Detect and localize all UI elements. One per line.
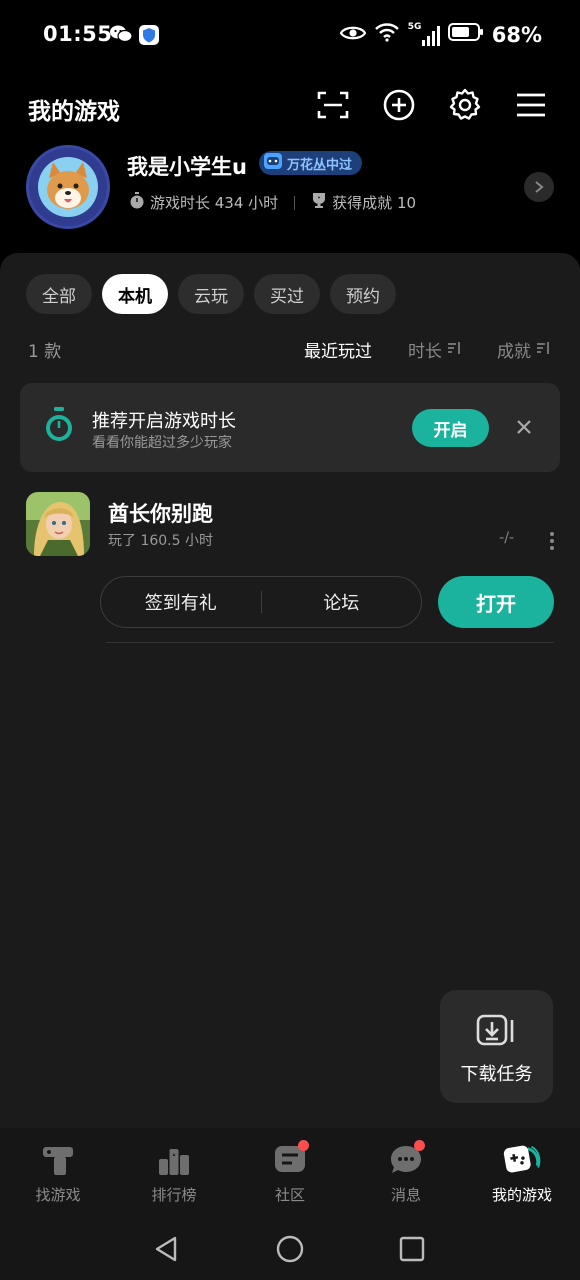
nav-community[interactable]: 社区	[232, 1128, 348, 1218]
nav-label: 我的游戏	[491, 1186, 552, 1204]
notification-dot	[298, 1140, 309, 1151]
ranking-icon	[155, 1142, 193, 1178]
nav-label: 找游戏	[35, 1186, 81, 1204]
battery-icon	[447, 22, 484, 47]
bottom-nav: 找游戏 排行榜 社区 消息 我的游戏	[0, 1128, 580, 1218]
recents-icon[interactable]	[395, 1232, 429, 1266]
message-icon	[387, 1140, 425, 1178]
checkin-button[interactable]: 签到有礼	[101, 589, 261, 615]
my-games-icon	[503, 1142, 541, 1178]
nav-ranking[interactable]: 排行榜	[116, 1128, 232, 1218]
download-tasks-button[interactable]: 下载任务	[440, 990, 553, 1103]
status-notification-icons	[110, 24, 160, 50]
add-icon[interactable]	[382, 88, 416, 122]
stopwatch-icon	[44, 407, 74, 447]
stat-divider	[294, 195, 296, 210]
achievement-text: 获得成就 10	[332, 194, 417, 212]
filter-tab-all[interactable]: 全部	[26, 274, 92, 314]
sort-recent[interactable]: 最近玩过	[304, 337, 372, 362]
scan-icon[interactable]	[316, 88, 350, 122]
nav-my-games[interactable]: 我的游戏	[464, 1128, 580, 1218]
game-name: 酋长你别跑	[108, 502, 213, 526]
sort-duration-label: 时长	[408, 342, 442, 362]
achievement-stat: 获得成就 10	[311, 192, 416, 213]
notification-dot	[414, 1140, 425, 1151]
profile-card[interactable]: 我是小学生u 万花丛中过 游戏时长 434 小时 获得成就 10	[26, 145, 554, 229]
shield-icon	[138, 24, 160, 50]
badge-label: 万花丛中过	[287, 157, 353, 173]
download-tasks-label: 下载任务	[460, 1064, 533, 1085]
sort-duration[interactable]: 时长	[408, 337, 461, 362]
game-item: 酋长你别跑 玩了 160.5 小时 -/- 签到有礼 论坛 打开	[26, 492, 554, 652]
system-nav-bar	[0, 1218, 580, 1280]
sort-achievement-label: 成就	[497, 342, 531, 362]
filter-tab-local[interactable]: 本机	[102, 274, 168, 314]
stopwatch-icon	[129, 192, 145, 213]
find-game-icon	[39, 1142, 77, 1178]
divider	[106, 642, 554, 643]
menu-icon[interactable]	[514, 88, 548, 122]
gamepad-icon	[263, 152, 283, 174]
filter-tab-purchased[interactable]: 买过	[254, 274, 320, 314]
status-right: 5G 68%	[339, 21, 542, 47]
download-icon	[476, 1014, 516, 1052]
forum-button[interactable]: 论坛	[262, 589, 422, 615]
home-icon[interactable]	[273, 1232, 307, 1266]
filter-tab-cloud[interactable]: 云玩	[178, 274, 244, 314]
signal-icon: 5G	[407, 21, 440, 46]
username: 我是小学生u	[127, 155, 247, 179]
game-count: 1 款	[28, 342, 62, 362]
filter-tab-reserved[interactable]: 预约	[330, 274, 396, 314]
open-game-button[interactable]: 打开	[438, 576, 554, 628]
eye-icon	[339, 23, 367, 47]
status-time: 01:55	[43, 22, 113, 46]
close-icon[interactable]	[513, 416, 535, 438]
nav-label: 排行榜	[151, 1186, 197, 1204]
profile-stats: 游戏时长 434 小时 获得成就 10	[129, 192, 416, 213]
sort-row: 1 款 最近玩过 时长 成就	[28, 337, 550, 362]
banner-subtitle: 看看你能超过多少玩家	[92, 435, 232, 451]
gear-icon[interactable]	[448, 88, 482, 122]
game-actions: 签到有礼 论坛	[100, 576, 422, 628]
header-actions	[316, 88, 548, 122]
nav-label: 社区	[274, 1186, 305, 1204]
nav-messages[interactable]: 消息	[348, 1128, 464, 1218]
play-time-stat: 游戏时长 434 小时	[129, 192, 278, 213]
trophy-icon	[311, 192, 327, 213]
status-bar: 01:55 5G 68%	[0, 0, 580, 70]
more-options-icon[interactable]	[550, 532, 554, 550]
game-thumbnail[interactable]	[26, 492, 90, 556]
sort-options: 最近玩过 时长 成就	[304, 337, 550, 362]
network-label: 5G	[407, 21, 422, 32]
filter-tabs: 全部 本机 云玩 买过 预约	[26, 274, 396, 314]
sort-order-icon	[536, 340, 550, 360]
header: 我的游戏	[0, 82, 580, 132]
community-icon	[271, 1140, 309, 1178]
chevron-right-icon[interactable]	[524, 172, 554, 202]
back-icon[interactable]	[149, 1232, 183, 1266]
sort-achievement[interactable]: 成就	[497, 337, 550, 362]
game-achievement: -/-	[499, 530, 514, 546]
sort-order-icon	[447, 340, 461, 360]
banner-title: 推荐开启游戏时长	[92, 411, 236, 432]
playtime-banner: 推荐开启游戏时长 看看你能超过多少玩家 开启	[20, 383, 560, 472]
sort-recent-label: 最近玩过	[304, 342, 372, 362]
nav-label: 消息	[390, 1186, 421, 1204]
wechat-icon	[110, 24, 133, 50]
wifi-icon	[374, 22, 400, 47]
enable-button[interactable]: 开启	[412, 409, 489, 447]
game-play-time: 玩了 160.5 小时	[108, 533, 213, 549]
avatar[interactable]	[26, 145, 110, 229]
page-title: 我的游戏	[28, 99, 120, 125]
play-time-text: 游戏时长 434 小时	[150, 194, 279, 212]
title-badge[interactable]: 万花丛中过	[259, 151, 363, 175]
nav-find-game[interactable]: 找游戏	[0, 1128, 116, 1218]
battery-percent: 68%	[491, 22, 542, 47]
